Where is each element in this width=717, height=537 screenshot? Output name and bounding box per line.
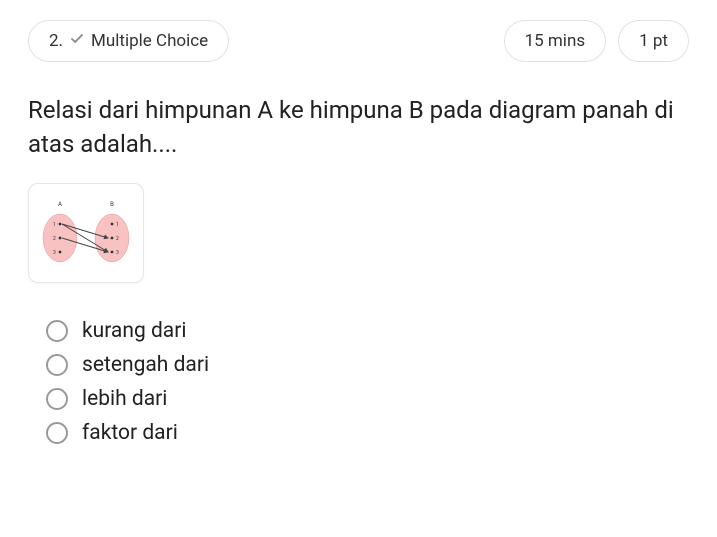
svg-text:2: 2	[116, 236, 119, 242]
option-label: kurang dari	[82, 319, 186, 343]
radio-icon	[46, 354, 68, 376]
radio-icon	[46, 320, 68, 342]
set-a-label: A	[58, 201, 62, 208]
radio-icon	[46, 388, 68, 410]
svg-text:1: 1	[53, 222, 56, 228]
option-0[interactable]: kurang dari	[46, 319, 689, 343]
svg-text:3: 3	[116, 250, 119, 256]
time-pill[interactable]: 15 mins	[504, 20, 607, 62]
question-number: 2.	[49, 31, 63, 51]
radio-icon	[46, 422, 68, 444]
meta-pills: 15 mins 1 pt	[504, 20, 689, 62]
option-label: faktor dari	[82, 421, 178, 445]
option-2[interactable]: lebih dari	[46, 387, 689, 411]
arrow-diagram: A B 1 2 3 1 2 3	[40, 198, 132, 268]
points-label: 1 pt	[639, 31, 668, 51]
question-text: Relasi dari himpunan A ke himpuna B pada…	[28, 94, 689, 161]
diagram-image[interactable]: A B 1 2 3 1 2 3	[28, 183, 144, 283]
question-type-label: Multiple Choice	[91, 31, 208, 51]
question-header: 2. Multiple Choice 15 mins 1 pt	[28, 20, 689, 62]
option-1[interactable]: setengah dari	[46, 353, 689, 377]
time-label: 15 mins	[525, 31, 586, 51]
points-pill[interactable]: 1 pt	[618, 20, 689, 62]
svg-text:1: 1	[116, 222, 119, 228]
option-label: setengah dari	[82, 353, 209, 377]
svg-text:2: 2	[53, 236, 56, 242]
svg-text:3: 3	[53, 250, 56, 256]
options-list: kurang dari setengah dari lebih dari fak…	[28, 319, 689, 445]
check-icon	[71, 33, 83, 49]
option-label: lebih dari	[82, 387, 167, 411]
option-3[interactable]: faktor dari	[46, 421, 689, 445]
set-b-label: B	[110, 201, 114, 208]
question-type-pill[interactable]: 2. Multiple Choice	[28, 20, 229, 62]
